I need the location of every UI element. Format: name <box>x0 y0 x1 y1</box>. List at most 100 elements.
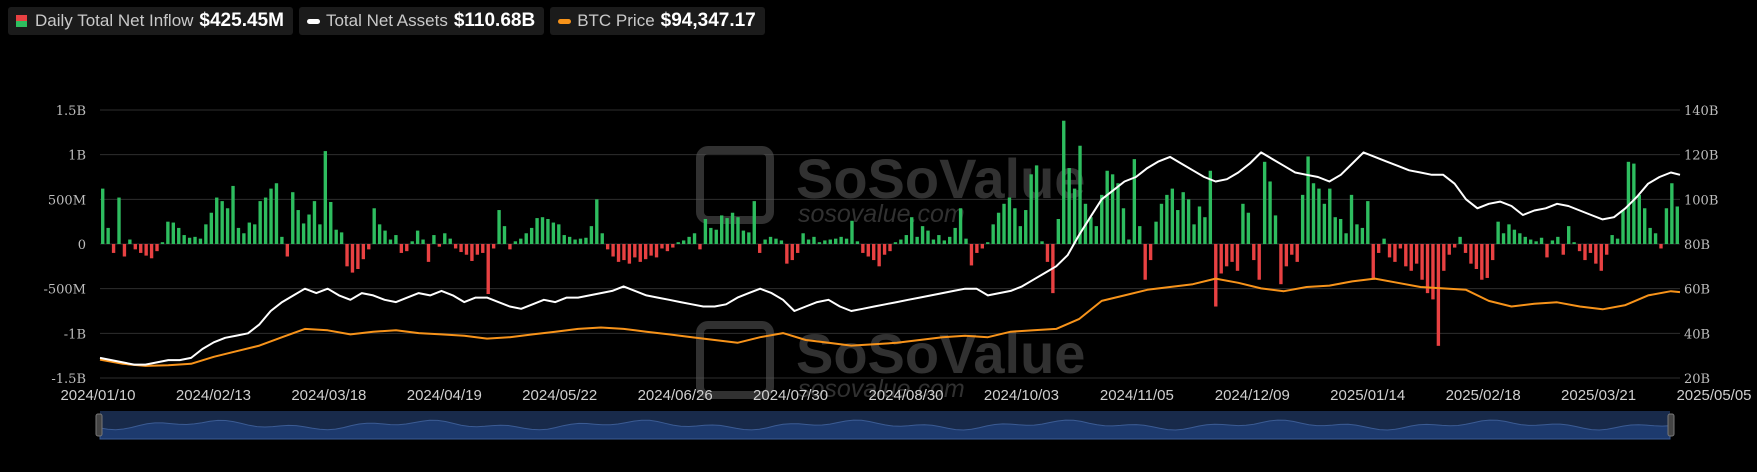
inflow-bar <box>497 210 501 244</box>
inflow-bar <box>1572 242 1576 244</box>
inflow-bar <box>920 226 925 244</box>
inflow-bar <box>1588 244 1593 253</box>
inflow-bar <box>1512 229 1517 244</box>
inflow-bar <box>236 227 241 244</box>
inflow-bar <box>263 197 268 244</box>
inflow-bar <box>513 241 518 244</box>
inflow-bar <box>1197 206 1202 244</box>
inflow-bar <box>1034 165 1039 244</box>
inflow-bar <box>714 229 718 244</box>
inflow-bar <box>562 235 566 244</box>
inflow-bar <box>1148 244 1153 261</box>
inflow-bar <box>1414 244 1419 264</box>
inflow-bar <box>247 222 251 244</box>
inflow-bar <box>1436 244 1441 346</box>
inflow-bar <box>171 222 175 244</box>
zoom-slider[interactable] <box>95 411 1675 440</box>
inflow-bar <box>703 218 708 244</box>
inflow-bar <box>1491 244 1495 261</box>
inflow-bar <box>806 239 811 244</box>
inflow-bar <box>225 208 230 244</box>
inflow-bar <box>589 226 594 244</box>
inflow-bar <box>253 224 257 244</box>
inflow-bar <box>692 233 697 244</box>
inflow-bar <box>687 236 691 244</box>
inflow-bar <box>1621 210 1625 244</box>
inflow-bar <box>1002 203 1006 244</box>
inflow-bar <box>1349 194 1354 244</box>
inflow-bar <box>1605 244 1609 255</box>
inflow-bar <box>356 244 360 270</box>
inflow-bar <box>1127 239 1131 244</box>
inflow-bar <box>1577 244 1582 252</box>
inflow-bar <box>1360 227 1365 244</box>
inflow-bar <box>1284 244 1289 267</box>
inflow-bar <box>529 227 534 244</box>
x-tick-label: 2024/07/30 <box>753 387 828 404</box>
y-left-tick-label: 1.5B <box>56 104 86 119</box>
inflow-bar <box>1154 221 1158 244</box>
x-tick-label: 2024/08/30 <box>868 387 943 404</box>
inflow-bar <box>578 238 583 244</box>
inflow-bar <box>698 244 702 250</box>
inflow-bar <box>1583 244 1587 261</box>
inflow-bar <box>209 212 213 244</box>
inflow-bar <box>1366 201 1370 244</box>
inflow-bar <box>1653 233 1658 244</box>
inflow-bar <box>1007 197 1012 244</box>
inflow-bar <box>633 244 637 258</box>
zoom-handle-left <box>95 413 103 437</box>
inflow-bar <box>1078 145 1082 244</box>
inflow-bar <box>888 244 892 252</box>
inflow-bar <box>1485 244 1489 278</box>
inflow-bar <box>193 236 197 244</box>
inflow-bar <box>323 151 328 244</box>
inflow-bar <box>1556 236 1560 244</box>
inflow-bar <box>122 244 127 257</box>
y-left-tick-label: -1B <box>64 327 86 342</box>
inflow-bar <box>1539 237 1544 244</box>
inflow-bar <box>676 242 680 244</box>
inflow-bar <box>660 244 664 249</box>
inflow-bar <box>367 244 371 250</box>
inflow-bar <box>1306 156 1310 244</box>
inflow-bar <box>372 208 376 244</box>
inflow-bar <box>1648 227 1652 244</box>
inflow-bar <box>470 244 474 261</box>
inflow-bar <box>1599 244 1603 271</box>
inflow-bar <box>1409 244 1413 271</box>
inflow-bar <box>1664 208 1669 244</box>
x-tick-label: 2025/05/05 <box>1676 387 1751 404</box>
y-right-tick-label: 100B <box>1684 193 1718 208</box>
inflow-bar <box>937 235 941 244</box>
inflow-bar <box>280 236 284 244</box>
inflow-bar <box>1431 244 1435 300</box>
inflow-bar <box>491 244 496 249</box>
inflow-bar <box>453 244 458 249</box>
inflow-bar <box>432 235 436 244</box>
inflow-bar <box>855 241 860 244</box>
inflow-bar <box>285 244 290 257</box>
inflow-bar <box>980 244 984 249</box>
inflow-bar <box>388 239 393 244</box>
inflow-bar <box>1062 120 1066 244</box>
inflow-bar <box>1469 244 1473 264</box>
inflow-bar <box>448 238 452 244</box>
inflow-bar <box>872 244 876 261</box>
inflow-bar <box>139 244 143 253</box>
inflow-bar <box>291 192 295 244</box>
inflow-bar <box>720 215 724 244</box>
inflow-bar <box>1496 221 1500 244</box>
inflow-bar <box>953 227 957 244</box>
inflow-bar <box>1045 244 1050 262</box>
y-right-tick-label: 140B <box>1684 104 1718 119</box>
inflow-bar <box>405 244 409 252</box>
inflow-bar <box>747 232 751 244</box>
inflow-bar <box>1013 208 1017 244</box>
inflow-bar <box>1262 161 1267 244</box>
y-left-tick-label: 0 <box>78 238 86 253</box>
inflow-bar <box>1322 203 1327 244</box>
inflow-bar <box>318 224 322 244</box>
x-tick-label: 2024/04/19 <box>407 387 482 404</box>
inflow-bar <box>1447 244 1451 255</box>
